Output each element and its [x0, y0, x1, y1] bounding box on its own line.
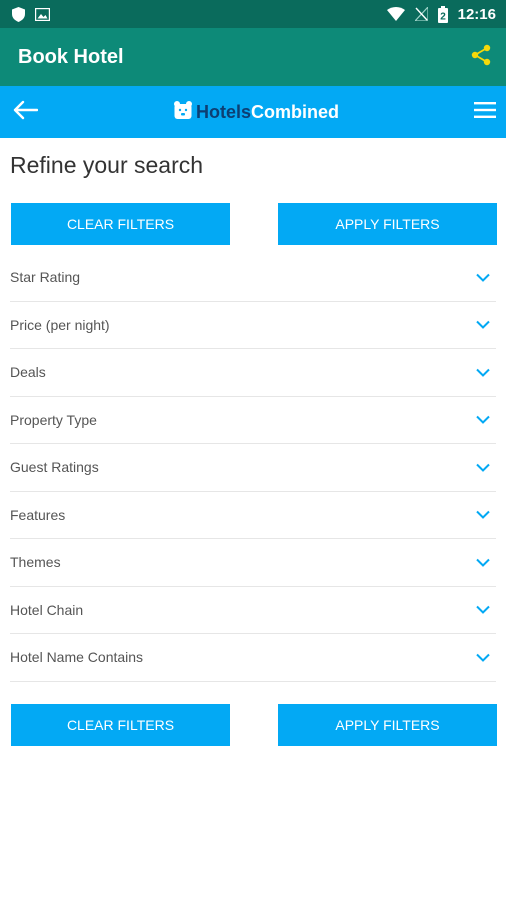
- filter-property-type[interactable]: Property Type: [10, 397, 496, 444]
- status-bar: 2 12:16: [0, 0, 506, 28]
- filter-hotel-chain[interactable]: Hotel Chain: [10, 587, 496, 634]
- wifi-icon: [386, 7, 405, 21]
- filter-label: Star Rating: [10, 269, 81, 286]
- filter-list: Star Rating Price (per night) Deals Prop…: [10, 254, 496, 682]
- filter-label: Features: [10, 506, 66, 523]
- menu-icon[interactable]: [473, 101, 496, 124]
- filter-label: Deals: [10, 364, 46, 381]
- chevron-down-icon[interactable]: [476, 463, 490, 472]
- app-bar: Book Hotel: [0, 28, 506, 86]
- filter-label: Property Type: [10, 411, 97, 428]
- chevron-down-icon[interactable]: [476, 558, 490, 567]
- filter-hotel-name-contains[interactable]: Hotel Name Contains: [10, 634, 496, 682]
- page-title: Refine your search: [10, 152, 204, 178]
- filter-label: Hotel Chain: [10, 601, 84, 618]
- battery-icon: 2: [437, 5, 448, 23]
- filter-label: Guest Ratings: [10, 459, 99, 476]
- no-signal-icon: [414, 7, 428, 21]
- filter-features[interactable]: Features: [10, 492, 496, 539]
- clear-filters-button-bottom[interactable]: CLEAR FILTERS: [11, 704, 230, 746]
- apply-filters-button-bottom[interactable]: APPLY FILTERS: [278, 704, 497, 746]
- filter-label: Price (per night): [10, 316, 110, 333]
- brand-combined: Combined: [251, 101, 339, 122]
- chevron-down-icon[interactable]: [476, 273, 490, 282]
- brand-logo[interactable]: HotelsCombined: [173, 100, 339, 125]
- svg-text:2: 2: [440, 11, 446, 22]
- clear-filters-button-top[interactable]: CLEAR FILTERS: [11, 203, 230, 245]
- bear-logo-icon: [173, 100, 193, 125]
- brand-hotels: Hotels: [195, 101, 251, 122]
- chevron-down-icon[interactable]: [476, 510, 490, 520]
- filter-label: Hotel Name Contains: [10, 649, 144, 666]
- filter-guest-ratings[interactable]: Guest Ratings: [10, 444, 496, 492]
- brand-bar: HotelsCombined: [0, 86, 506, 138]
- status-time: 12:16: [457, 5, 496, 23]
- share-icon[interactable]: [470, 44, 492, 71]
- chevron-down-icon[interactable]: [476, 368, 490, 377]
- status-left-icons: [12, 6, 50, 22]
- filter-deals[interactable]: Deals: [10, 349, 496, 397]
- filter-price[interactable]: Price (per night): [10, 302, 496, 349]
- shield-icon: [12, 6, 25, 22]
- app-title: Book Hotel: [18, 45, 124, 68]
- chevron-down-icon[interactable]: [476, 415, 490, 425]
- chevron-down-icon[interactable]: [476, 653, 490, 662]
- filter-star-rating[interactable]: Star Rating: [10, 254, 496, 302]
- chevron-down-icon[interactable]: [476, 605, 490, 615]
- brand-name: HotelsCombined: [196, 102, 339, 123]
- apply-filters-button-top[interactable]: APPLY FILTERS: [278, 203, 497, 245]
- image-icon: [35, 7, 50, 21]
- filter-label: Themes: [10, 554, 61, 571]
- back-arrow-icon[interactable]: [12, 100, 39, 125]
- chevron-down-icon[interactable]: [476, 320, 490, 330]
- status-right-icons: 2 12:16: [386, 5, 496, 23]
- filter-themes[interactable]: Themes: [10, 539, 496, 587]
